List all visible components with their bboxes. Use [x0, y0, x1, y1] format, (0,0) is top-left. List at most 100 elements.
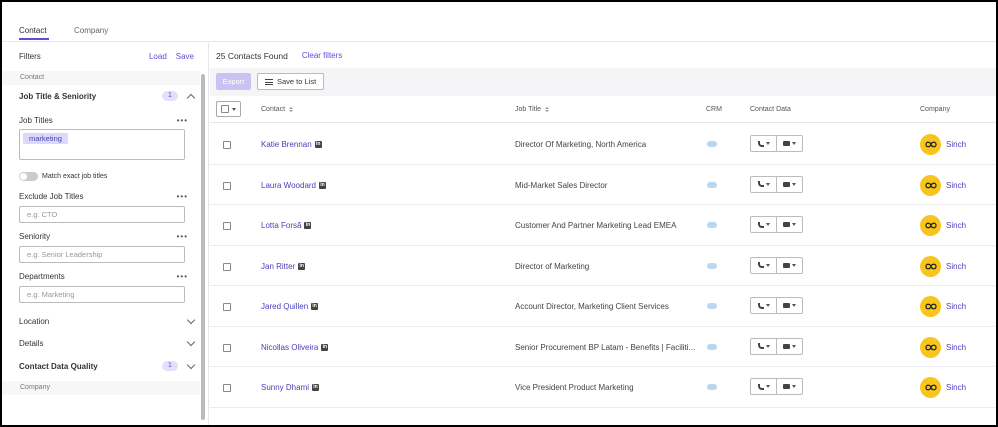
company-logo-icon[interactable]	[920, 174, 941, 196]
company-logo-icon[interactable]	[920, 336, 941, 358]
linkedin-icon[interactable]: in	[298, 262, 306, 270]
company-logo-icon[interactable]	[920, 255, 941, 277]
company-name-link[interactable]: Sinch	[946, 302, 966, 311]
phone-icon	[757, 181, 764, 187]
contact-name-link[interactable]: Katie Brennan in	[261, 140, 322, 149]
match-exact-label: Match exact job titles	[42, 173, 108, 180]
row-checkbox[interactable]	[223, 262, 231, 271]
job-title-seniority-header[interactable]: Job Title & Seniority 1	[19, 91, 196, 102]
details-section[interactable]: Details	[19, 337, 196, 348]
row-checkbox[interactable]	[223, 222, 231, 230]
top-tabs: Contact Company	[2, 2, 996, 42]
table-row[interactable]: Jared Quillen in Account Director, Marke…	[210, 286, 996, 327]
company-name-link[interactable]: Sinch	[946, 262, 966, 271]
job-title-tag[interactable]: marketing	[23, 133, 68, 144]
more-options-icon[interactable]: •••	[177, 272, 188, 281]
email-dropdown[interactable]	[776, 136, 802, 151]
phone-dropdown[interactable]	[751, 177, 776, 192]
location-section[interactable]: Location	[19, 315, 196, 326]
contact-name-link[interactable]: Laura Woodard in	[261, 181, 326, 190]
email-dropdown[interactable]	[776, 379, 802, 394]
results-panel: 25 Contacts Found Clear filters Export S…	[210, 43, 996, 425]
table-row[interactable]: Sunny Dhami in Vice President Product Ma…	[210, 367, 996, 408]
column-contact-label: Contact	[261, 106, 286, 113]
company-logo-icon[interactable]	[920, 377, 941, 398]
contact-name-link[interactable]: Nicollas Oliveira in	[261, 343, 329, 352]
mail-icon	[783, 141, 790, 146]
linkedin-icon[interactable]: in	[314, 141, 322, 148]
match-exact-toggle[interactable]	[19, 172, 38, 181]
list-icon	[265, 78, 273, 85]
clear-filters-link[interactable]: Clear filters	[302, 51, 342, 60]
phone-icon	[757, 383, 764, 390]
departments-input[interactable]: e.g. Marketing	[19, 286, 185, 303]
contact-name-link[interactable]: Sunny Dhami in	[261, 383, 320, 392]
table-header: Contact Job Title CRM Contact Data Compa…	[210, 96, 996, 123]
tab-company[interactable]: Company	[74, 26, 108, 35]
more-options-icon[interactable]: •••	[177, 232, 188, 241]
linkedin-icon[interactable]: in	[304, 222, 312, 229]
table-row[interactable]: Lotta Forsã in Customer And Partner Mark…	[210, 205, 996, 246]
job-title-cell: Senior Procurement BP Latam - Benefits |…	[515, 342, 695, 352]
linkedin-icon[interactable]: in	[312, 384, 320, 391]
chevron-down-icon	[186, 337, 196, 347]
exclude-job-titles-input[interactable]: e.g. CTO	[19, 206, 185, 223]
phone-dropdown[interactable]	[751, 379, 776, 394]
column-job-title[interactable]: Job Title	[515, 106, 550, 113]
table-row[interactable]: Katie Brennan in Director Of Marketing, …	[210, 124, 996, 165]
contact-name: Laura Woodard	[261, 180, 316, 190]
select-all-dropdown[interactable]	[216, 101, 241, 117]
job-titles-input[interactable]: marketing	[19, 129, 185, 160]
export-button[interactable]: Export	[216, 73, 251, 90]
load-link[interactable]: Load	[149, 52, 167, 61]
company-name-link[interactable]: Sinch	[946, 221, 966, 230]
email-dropdown[interactable]	[776, 257, 802, 273]
company-logo-icon[interactable]	[920, 296, 941, 317]
phone-dropdown[interactable]	[751, 258, 776, 273]
contact-name: Sunny Dhami	[261, 383, 310, 392]
linkedin-icon[interactable]: in	[319, 181, 326, 189]
select-all-checkbox[interactable]	[221, 105, 229, 113]
row-checkbox[interactable]	[223, 181, 231, 190]
contact-data-quality-section[interactable]: Contact Data Quality 1	[19, 360, 196, 371]
row-checkbox[interactable]	[223, 343, 231, 352]
linkedin-icon[interactable]: in	[311, 303, 319, 310]
sidebar-scrollbar[interactable]	[201, 74, 205, 420]
exclude-job-titles-label: Exclude Job Titles	[19, 192, 84, 201]
table-row[interactable]: Laura Woodard in Mid-Market Sales Direct…	[210, 165, 996, 205]
linkedin-icon[interactable]: in	[321, 343, 329, 351]
job-titles-header: Job Titles •••	[19, 116, 188, 125]
company-name-link[interactable]: Sinch	[946, 343, 966, 352]
table-row[interactable]: Jan Ritter in Director of Marketing Sinc…	[210, 246, 996, 286]
departments-header: Departments •••	[19, 272, 188, 281]
row-checkbox[interactable]	[223, 141, 231, 149]
email-dropdown[interactable]	[776, 338, 802, 354]
save-to-list-button[interactable]: Save to List	[257, 73, 324, 90]
column-contact[interactable]: Contact	[261, 106, 294, 113]
company-logo-icon[interactable]	[920, 134, 941, 155]
company-name-link[interactable]: Sinch	[946, 140, 966, 149]
caret-down-icon	[765, 385, 770, 388]
contact-name-link[interactable]: Jan Ritter in	[261, 262, 306, 271]
phone-dropdown[interactable]	[751, 339, 776, 354]
seniority-input[interactable]: e.g. Senior Leadership	[19, 246, 185, 263]
table-row[interactable]: Nicollas Oliveira in Senior Procurement …	[210, 327, 996, 367]
row-checkbox[interactable]	[223, 303, 231, 311]
contact-name-link[interactable]: Lotta Forsã in	[261, 221, 312, 230]
company-logo-icon[interactable]	[920, 215, 941, 236]
more-options-icon[interactable]: •••	[177, 192, 188, 201]
email-dropdown[interactable]	[776, 298, 802, 313]
phone-dropdown[interactable]	[751, 136, 776, 151]
company-name-link[interactable]: Sinch	[946, 181, 966, 190]
save-link[interactable]: Save	[176, 52, 194, 61]
more-options-icon[interactable]: •••	[177, 116, 188, 125]
row-checkbox[interactable]	[223, 384, 231, 392]
mail-icon	[783, 222, 790, 227]
phone-dropdown[interactable]	[751, 217, 776, 232]
email-dropdown[interactable]	[776, 176, 802, 192]
tab-contact[interactable]: Contact	[19, 26, 47, 35]
company-name-link[interactable]: Sinch	[946, 383, 966, 392]
phone-dropdown[interactable]	[751, 298, 776, 313]
contact-name-link[interactable]: Jared Quillen in	[261, 302, 319, 311]
email-dropdown[interactable]	[776, 217, 802, 232]
